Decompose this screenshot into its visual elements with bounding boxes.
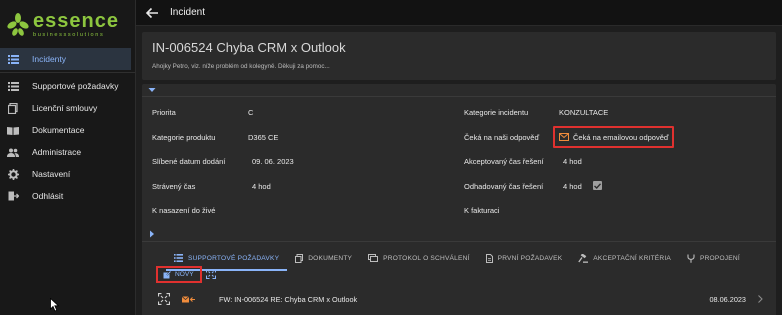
check-icon: [594, 182, 601, 189]
top-bar: Incident: [136, 0, 782, 26]
estimated-time-label: Odhadovaný čas řešení: [464, 182, 544, 191]
related-records-card: SUPPORTOVÉ POŽADAVKY DOKUMENTY PROTOKOL …: [142, 227, 776, 315]
tab-label: PRVNÍ POŽADAVEK: [497, 254, 563, 262]
tab-protokol-o-schvaleni[interactable]: PROTOKOL O SCHVÁLENÍ: [360, 243, 477, 273]
open-record-icon[interactable]: [158, 293, 170, 305]
divider: [142, 96, 776, 97]
incoming-email-icon: [182, 295, 195, 303]
spent-time-label: Strávený čas: [152, 182, 196, 191]
sidebar-item-label: Odhlásit: [32, 191, 64, 201]
tab-label: PROTOKOL O SCHVÁLENÍ: [383, 254, 470, 262]
request-subject: FW: IN-006524 RE: Chyba CRM x Outlook: [219, 294, 358, 304]
divider: [142, 241, 776, 242]
expand-caret-icon[interactable]: [148, 230, 156, 238]
main-content: IN-006524 Chyba CRM x Outlook Ahojky Pet…: [136, 26, 782, 315]
chevron-right-icon[interactable]: [756, 295, 764, 303]
incident-category-value: KONZULTACE: [559, 108, 609, 117]
tab-akceptacni-kriteria[interactable]: AKCEPTAČNÍ KRITÉRIA: [570, 243, 679, 273]
product-category-label: Kategorie produktu: [152, 133, 216, 142]
priority-value: C: [248, 108, 254, 117]
tab-label: SUPPORTOVÉ POŽADAVKY: [188, 254, 280, 262]
sidebar-item-supportove-pozadavky[interactable]: Supportové požadavky: [0, 75, 135, 97]
book-icon: [7, 124, 19, 136]
tab-propojeni[interactable]: PROPOJENÍ: [679, 243, 748, 273]
logo-mark-icon: [7, 13, 29, 36]
sidebar-item-label: Supportové požadavky: [32, 81, 119, 91]
sidebar-item-label: Incidenty: [32, 54, 67, 64]
sidebar-item-dokumentace[interactable]: Dokumentace: [0, 119, 135, 141]
promised-date-value: 09. 06. 2023: [252, 157, 294, 166]
tab-label: DOKUMENTY: [308, 254, 353, 262]
protocol-icon: [368, 254, 379, 262]
spent-time-value: 4 hod: [252, 182, 271, 191]
document-copy-icon: [7, 102, 19, 114]
list-icon: [174, 254, 183, 262]
accepted-time-value: 4 hod: [563, 157, 582, 166]
sidebar-item-administrace[interactable]: Administrace: [0, 141, 135, 163]
product-category-value: D365 CE: [248, 133, 279, 142]
new-button-label: NOVÝ: [175, 271, 194, 278]
sidebar-item-label: Administrace: [32, 147, 82, 157]
list-icon: [7, 80, 19, 92]
tab-dokumenty[interactable]: DOKUMENTY: [287, 243, 360, 273]
sidebar-nav: Incidenty Supportové požadavky Licenční …: [0, 48, 135, 207]
estimated-time-value: 4 hod: [563, 182, 582, 191]
invoicing-label: K fakturaci: [464, 206, 500, 215]
sidebar-divider: [0, 72, 135, 73]
new-request-button[interactable]: NOVÝ: [156, 266, 202, 283]
incident-title: IN-006524 Chyba CRM x Outlook: [152, 40, 346, 55]
sidebar: essence businesssolutions Incidenty Supp…: [0, 0, 136, 315]
accepted-time-label: Akceptovaný čas řešení: [464, 157, 544, 166]
awaiting-reply-status: Čeká na emailovou odpověď: [553, 126, 674, 148]
incident-category-label: Kategorie incidentu: [464, 108, 529, 117]
mouse-cursor-icon: [50, 298, 60, 312]
request-date: 08.06.2023: [709, 294, 746, 304]
gavel-icon: [578, 253, 589, 263]
sidebar-item-label: Nastavení: [32, 169, 71, 179]
document-copy-icon: [295, 253, 304, 263]
sidebar-item-incidenty[interactable]: Incidenty: [0, 48, 131, 70]
logo-tagline: businesssolutions: [33, 31, 105, 38]
promised-date-label: Slíbené datum dodání: [152, 157, 226, 166]
merge-icon: [687, 254, 695, 263]
tab-label: AKCEPTAČNÍ KRITÉRIA: [593, 254, 671, 262]
document-icon: [485, 253, 493, 263]
email-icon: [559, 133, 569, 141]
incident-header-card: IN-006524 Chyba CRM x Outlook Ahojky Pet…: [142, 32, 776, 80]
collapse-caret-icon[interactable]: [148, 86, 156, 94]
sidebar-item-licencni-smlouvy[interactable]: Licenční smlouvy: [0, 97, 135, 119]
table-row[interactable]: FW: IN-006524 RE: Chyba CRM x Outlook 08…: [152, 290, 770, 308]
tab-bar: SUPPORTOVÉ POŽADAVKY DOKUMENTY PROTOKOL …: [166, 243, 748, 273]
sidebar-item-label: Licenční smlouvy: [32, 103, 98, 113]
gear-icon: [7, 168, 19, 180]
back-arrow-icon[interactable]: [144, 5, 160, 21]
incident-description: Ahojky Petro, viz. níže problém od koleg…: [152, 63, 330, 70]
estimated-time-checkbox[interactable]: [593, 181, 602, 190]
new-record-icon: [163, 270, 171, 279]
fullscreen-icon[interactable]: [206, 269, 216, 279]
logout-icon: [7, 190, 19, 202]
logo[interactable]: essence businesssolutions: [0, 0, 135, 48]
tab-prvni-pozadavek[interactable]: PRVNÍ POŽADAVEK: [478, 243, 571, 273]
deploy-to-production-label: K nasazení do živé: [152, 206, 216, 215]
sidebar-item-odhlasit[interactable]: Odhlásit: [0, 185, 135, 207]
page-title: Incident: [170, 7, 206, 18]
awaiting-reply-label: Čeká na naši odpověď: [464, 133, 540, 142]
list-icon: [7, 53, 19, 65]
priority-label: Priorita: [152, 108, 176, 117]
incident-details-card: Priorita C Kategorie produktu D365 CE Sl…: [142, 84, 776, 250]
tab-label: PROPOJENÍ: [699, 254, 740, 262]
sidebar-item-nastaveni[interactable]: Nastavení: [0, 163, 135, 185]
awaiting-reply-value: Čeká na emailovou odpověď: [573, 132, 669, 142]
people-icon: [7, 146, 19, 158]
logo-word: essence: [33, 9, 119, 32]
sidebar-item-label: Dokumentace: [32, 125, 85, 135]
